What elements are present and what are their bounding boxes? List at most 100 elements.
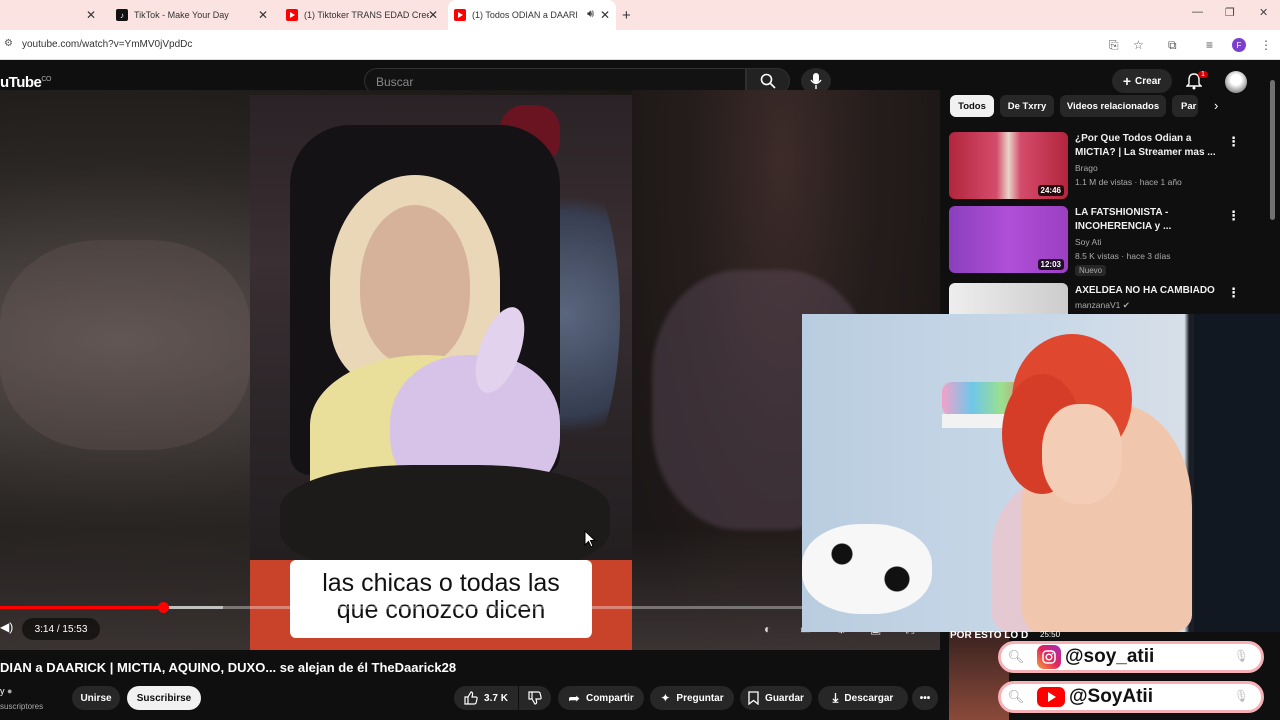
more-actions-button[interactable]: ••• [912,686,938,710]
plus-icon: + [1122,73,1132,89]
browser-tab-strip: ✕ ♪ TikTok - Make Your Day ✕ (1) Tiktoke… [0,0,1280,30]
bookmark-icon [748,691,759,705]
instagram-handle-overlay: 🔍︎ @soy_atii 🎙︎ [998,641,1264,673]
youtube-handle-overlay: 🔍︎ @SoyAtii 🎙︎ [998,681,1264,713]
url-field[interactable]: youtube.com/watch?v=YmMV0jVpdDc [22,39,192,50]
profile-avatar[interactable]: F [1232,38,1246,52]
browser-menu-icon[interactable]: ⋮ [1260,38,1272,52]
new-tab-button[interactable]: + [622,0,636,30]
minimize-icon[interactable]: — [1192,6,1203,18]
tab-tiktoker[interactable]: (1) Tiktoker TRANS EDAD Cree ✕ [278,0,444,30]
duration: 25:50 [1040,630,1061,639]
mouse-cursor-icon [584,530,596,548]
recommendation-title[interactable]: ¿Por Que Todos Odian a MICTIA? | La Stre… [1075,132,1225,160]
close-icon[interactable]: ✕ [428,8,438,22]
microphone-icon: 🎙︎ [1233,689,1249,703]
dislike-button[interactable] [519,686,551,710]
more-options-icon[interactable]: ⋮ [1227,285,1240,301]
chevron-right-icon[interactable]: › [1214,98,1218,113]
sparkle-icon: ✦ [660,691,671,705]
progress-scrubber[interactable] [157,602,169,613]
video-thumbnail[interactable] [949,283,1068,314]
video-thumbnail[interactable] [949,632,1009,720]
download-icon: ⤓ [832,690,839,705]
save-button[interactable]: Guardar [740,686,812,710]
address-bar: ⚙ youtube.com/watch?v=YmMV0jVpdDc ⎘ ☆ ⧉ … [0,30,1280,60]
youtube-icon [286,9,298,21]
recommendation-item[interactable]: AXELDEA NO HA CAMBIADO manzanaV1 ✔ ⋮ [949,283,1269,314]
tab-title: (1) Todos ODIAN a DAARIC [472,10,578,20]
install-icon[interactable]: ⎘ [1109,38,1119,53]
bookmark-star-icon[interactable]: ☆ [1133,38,1144,52]
verified-icon: ✔ [1122,300,1130,310]
site-info-icon[interactable]: ⚙ [4,38,13,49]
chip-todos[interactable]: Todos [950,95,994,117]
window-close-icon[interactable]: ✕ [1259,6,1268,19]
video-subtitle: las chicas o todas las que conozco dicen [290,560,592,638]
tab-title: (1) Tiktoker TRANS EDAD Cree [304,10,429,20]
subscriber-count: suscriptores [0,702,44,711]
notification-badge: 1 [1198,71,1208,78]
share-arrow-icon: ➦ [568,689,580,706]
search-icon: 🔍︎ [1007,689,1025,704]
join-button[interactable]: Unirse [72,686,120,710]
maximize-icon[interactable]: ❐ [1225,6,1235,19]
create-button[interactable]: + Crear [1112,69,1172,93]
speaker-icon[interactable]: 🔊︎ [587,8,594,21]
instagram-icon [1037,645,1061,669]
ask-button[interactable]: ✦ Preguntar [650,686,734,710]
tab-todos-odian[interactable]: (1) Todos ODIAN a DAARIC 🔊︎ ✕ [448,0,616,30]
channel-name[interactable]: y ● [0,686,12,696]
recommendation-item[interactable]: 12:03 LA FATSHIONISTA - INCOHERENCIA y .… [949,206,1269,276]
microphone-icon [810,73,822,89]
tiktok-icon: ♪ [116,9,128,21]
recommendation-channel[interactable]: Brago [1075,163,1098,173]
autoplay-toggle[interactable]: ◐ [764,622,771,636]
recommendation-meta: 8.5 K vistas · hace 3 días [1075,251,1171,261]
extensions-icon[interactable]: ⧉ [1168,38,1177,53]
recommendation-channel[interactable]: Soy Ati [1075,237,1101,247]
recommendation-channel[interactable]: manzanaV1 ✔ [1075,300,1130,311]
account-avatar[interactable] [1225,71,1247,93]
media-control-icon[interactable]: ≡ [1206,38,1213,52]
tab-close-icon[interactable]: ✕ [86,0,100,30]
recommendation-title[interactable]: AXELDEA NO HA CAMBIADO [1075,284,1225,298]
youtube-icon [454,9,466,21]
download-button[interactable]: ⤓ Descargar [818,686,908,710]
video-title: DIAN a DAARICK | MICTIA, AQUINO, DUXO...… [0,660,457,675]
more-options-icon[interactable]: ⋮ [1227,134,1240,150]
more-horizontal-icon: ••• [919,692,931,704]
tab-title: TikTok - Make Your Day [134,10,229,20]
recommendation-title[interactable]: LA FATSHIONISTA - INCOHERENCIA y ... [1075,206,1225,234]
video-thumbnail[interactable]: 24:46 [949,132,1068,199]
video-thumbnail[interactable]: 12:03 [949,206,1068,273]
time-display: 3:14 / 15:53 [22,618,100,640]
youtube-logo[interactable]: uTubeCO [0,74,51,91]
recommendation-item[interactable]: 24:46 ¿Por Que Todos Odian a MICTIA? | L… [949,132,1269,202]
like-button[interactable]: 3.7 K [454,686,518,710]
close-icon[interactable]: ✕ [600,8,610,22]
share-button[interactable]: ➦ Compartir [558,686,644,710]
chip-videos-relacionados[interactable]: Videos relacionados [1060,95,1166,117]
verified-icon: ● [7,686,13,696]
microphone-icon: 🎙︎ [1233,649,1249,663]
search-icon: 🔍︎ [1007,649,1025,664]
more-options-icon[interactable]: ⋮ [1227,208,1240,224]
volume-icon[interactable]: ◀︎) [0,620,13,634]
chip-partial[interactable]: Par [1172,95,1198,117]
thumbs-down-icon [528,691,542,705]
close-icon[interactable]: ✕ [258,8,268,22]
scrollbar[interactable] [1270,80,1275,220]
screen: ✕ ♪ TikTok - Make Your Day ✕ (1) Tiktoke… [0,0,1280,720]
recommendation-title[interactable]: POR ESTO LO D [950,630,1028,641]
youtube-icon [1037,687,1065,707]
tab-tiktok[interactable]: ♪ TikTok - Make Your Day ✕ [108,0,274,30]
recommendation-meta: 1.1 M de vistas · hace 1 año [1075,177,1182,187]
chip-de-txrry[interactable]: De Txrry [1000,95,1054,117]
new-badge: Nuevo [1075,265,1107,276]
progress-played [0,606,163,609]
thumbs-up-icon [464,691,478,705]
progress-bar[interactable] [0,602,802,613]
search-icon [760,73,776,89]
subscribe-button[interactable]: Suscribirse [127,686,201,710]
